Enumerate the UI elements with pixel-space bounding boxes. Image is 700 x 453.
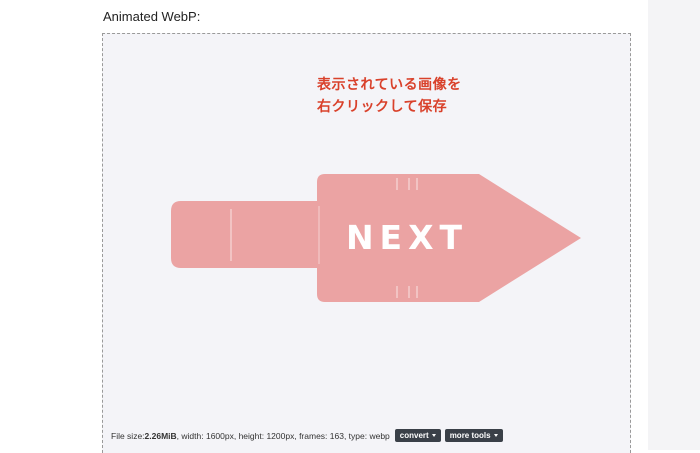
convert-button[interactable]: convert: [394, 429, 441, 442]
caret-down-icon: [493, 434, 498, 437]
next-arrow-image[interactable]: NEXT: [167, 166, 581, 308]
more-tools-button[interactable]: more tools: [444, 429, 503, 442]
caret-down-icon: [431, 434, 436, 437]
section-title: Animated WebP:: [103, 9, 201, 24]
file-details: , width: 1600px, height: 1200px, frames:…: [176, 430, 390, 441]
save-instruction-line2: 右クリックして保存: [317, 98, 448, 114]
convert-button-label: convert: [399, 431, 429, 440]
file-size-label: File size:: [111, 430, 145, 441]
arrow-label: NEXT: [346, 218, 468, 257]
more-tools-button-label: more tools: [449, 431, 491, 440]
file-size-value: 2.26MiB: [144, 430, 177, 441]
save-instruction: 表示されている画像を 右クリックして保存: [317, 73, 462, 117]
save-instruction-line1: 表示されている画像を: [317, 76, 462, 92]
image-preview: 表示されている画像を 右クリックして保存 NEXT File size: 2.2…: [102, 33, 631, 453]
right-gutter: [648, 0, 700, 450]
file-info: File size: 2.26MiB, width: 1600px, heigh…: [111, 429, 503, 442]
